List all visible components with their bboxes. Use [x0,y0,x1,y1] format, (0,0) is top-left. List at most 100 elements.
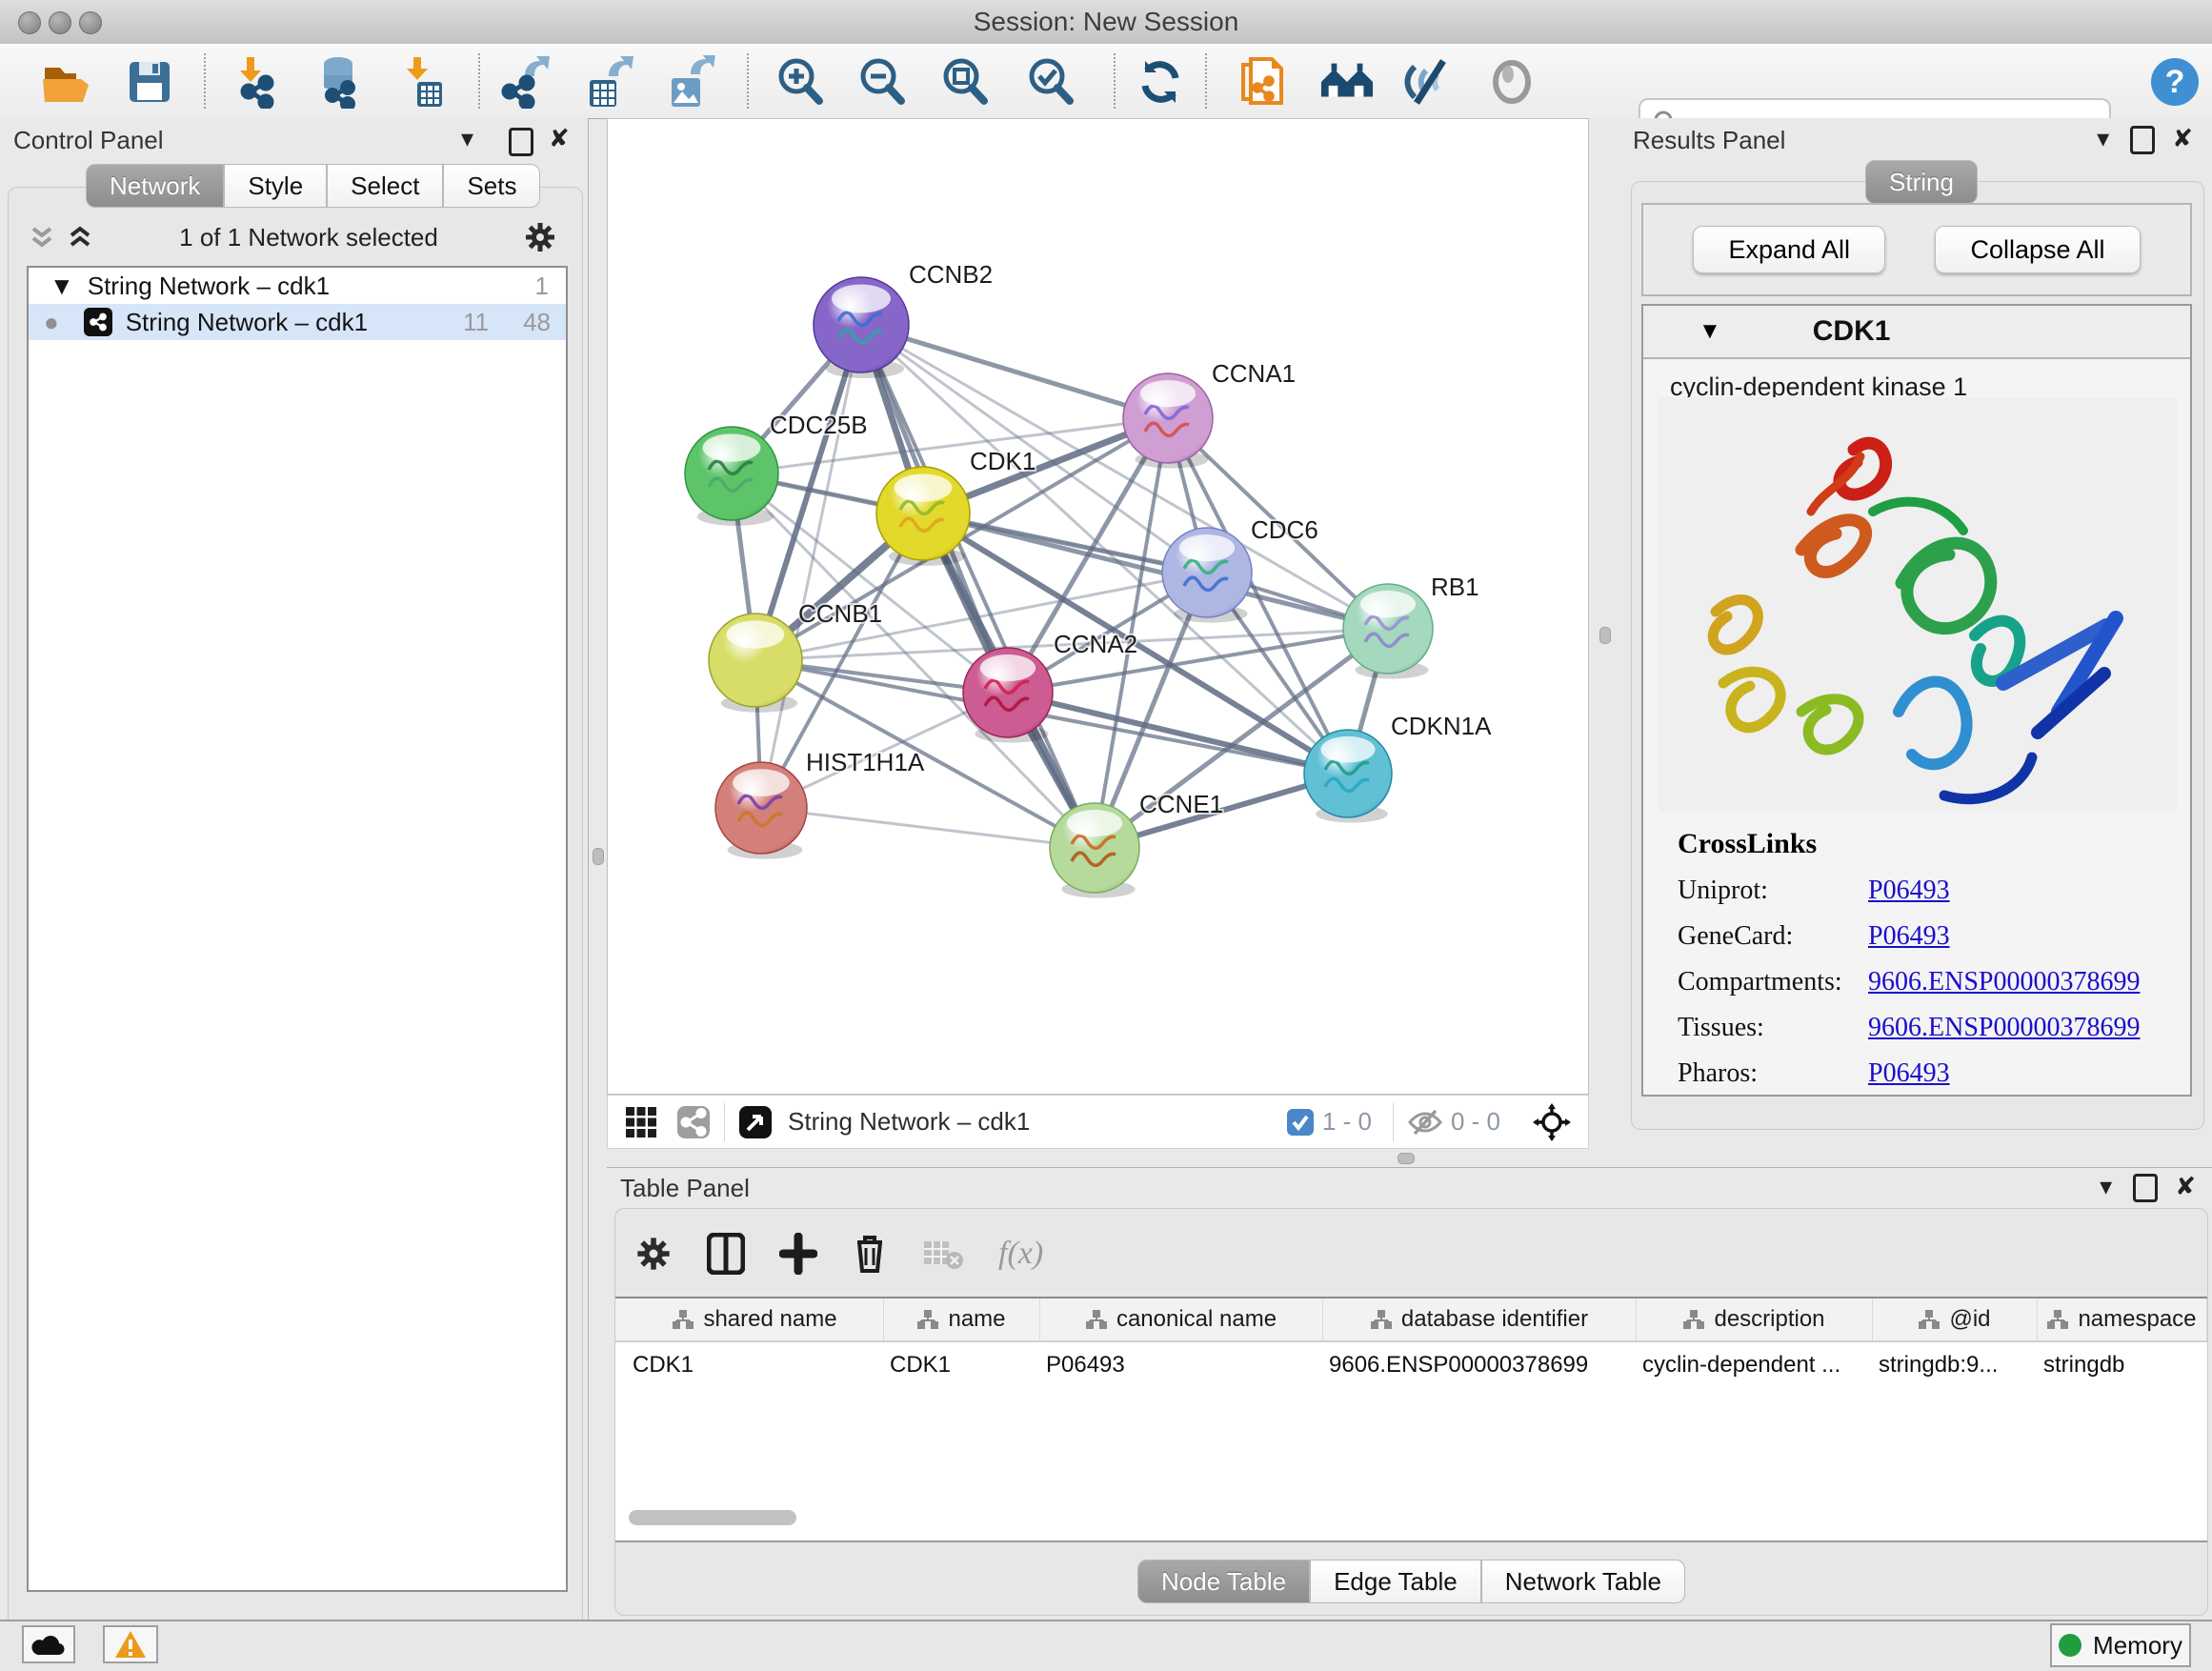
zoom-window-button[interactable] [79,11,102,34]
import-network-database-icon[interactable] [311,54,366,110]
network-collection-row[interactable]: ▼ String Network – cdk1 1 [29,268,566,304]
hidden-eye-icon[interactable] [1407,1108,1443,1137]
cell-namespace[interactable]: stringdb [2043,1352,2203,1379]
column-header-name[interactable]: name [884,1299,1040,1340]
edge-CCNA2-CDKN1A[interactable] [1008,693,1348,774]
cell-name[interactable]: CDK1 [890,1352,1036,1379]
hide-panels-icon[interactable] [1400,54,1456,110]
node-label-CCNB2: CCNB2 [909,260,993,289]
edge-CCNB2-HIST1H1A[interactable] [761,325,861,808]
column-header-canonical-name[interactable]: canonical name [1040,1299,1323,1340]
cell-description[interactable]: cyclin-dependent ... [1642,1352,1869,1379]
column-header-namespace[interactable]: namespace [2038,1299,2207,1340]
zoom-fit-icon[interactable] [937,54,993,110]
tab-select[interactable]: Select [327,164,443,208]
crosslink-link[interactable]: P06493 [1868,1058,1950,1089]
tab-sets[interactable]: Sets [443,164,540,208]
delete-table-icon-disabled [922,1238,964,1270]
share-document-icon[interactable] [1235,54,1290,110]
gene-card-header[interactable]: ▼ CDK1 [1643,306,2190,359]
expand-all-networks-icon[interactable] [66,223,94,252]
save-session-icon[interactable] [122,54,177,110]
show-columns-icon[interactable] [707,1233,745,1275]
gene-collapse-triangle-icon[interactable]: ▼ [1699,318,1721,345]
column-header-database-identifier[interactable]: database identifier [1323,1299,1637,1340]
left-splitter-handle[interactable] [593,848,604,865]
table-options-gear-icon[interactable] [634,1235,673,1273]
results-panel-close-icon[interactable]: ✘ [2172,126,2193,159]
cell-shared-name[interactable]: CDK1 [633,1352,880,1379]
warning-icon [114,1630,147,1659]
cloud-status-button[interactable] [22,1625,75,1663]
zoom-in-icon[interactable] [773,54,828,110]
tab-network[interactable]: Network [86,164,224,208]
export-table-icon[interactable] [579,54,634,110]
network-row-selected[interactable]: ● String Network – cdk1 11 48 [29,304,566,340]
birdseye-navigator-icon[interactable] [1533,1103,1571,1141]
crosslink-label: Tissues: [1678,1013,1868,1043]
export-image-icon[interactable] [661,54,716,110]
export-network-icon[interactable] [495,54,551,110]
edge-HIST1H1A-CCNE1[interactable] [761,808,1095,848]
cell-database-identifier[interactable]: 9606.ENSP00000378699 [1329,1352,1633,1379]
edge-CDK1-RB1[interactable] [923,513,1388,629]
table-panel-close-icon[interactable]: ✘ [2175,1174,2196,1207]
node-label-CDK1: CDK1 [970,447,1036,475]
open-session-icon[interactable] [37,54,92,110]
memory-button[interactable]: Memory [2050,1623,2191,1667]
delete-column-icon[interactable] [852,1233,888,1275]
help-icon[interactable]: ? [2147,54,2202,110]
node-CDKN1A[interactable]: CDKN1A [1304,712,1492,823]
collapse-all-networks-icon[interactable] [28,223,56,252]
table-hscrollbar-thumb[interactable] [629,1510,796,1525]
zoom-out-icon[interactable] [855,54,910,110]
control-panel-float-icon[interactable] [509,128,533,161]
network-badge-icon[interactable] [676,1105,711,1139]
create-column-icon[interactable] [779,1233,817,1275]
crosslink-link[interactable]: 9606.ENSP00000378699 [1868,967,2140,997]
right-splitter-handle[interactable] [1599,627,1611,644]
table-panel-menu-icon[interactable]: ▾ [2100,1174,2112,1207]
tab-network-table[interactable]: Network Table [1481,1560,1685,1603]
tab-string[interactable]: String [1865,160,1978,204]
cell-@id[interactable]: stringdb:9... [1879,1352,2034,1379]
crosslink-link[interactable]: P06493 [1868,876,1950,906]
minimize-window-button[interactable] [49,11,71,34]
collapse-all-button[interactable]: Collapse All [1935,226,2140,273]
selected-checkbox-icon[interactable] [1286,1108,1315,1137]
network-options-gear-icon[interactable] [523,220,557,254]
node-CCNA1[interactable]: CCNA1 [1123,359,1296,469]
refresh-icon[interactable] [1133,54,1188,110]
bottom-splitter-handle[interactable] [1398,1153,1415,1164]
grid-view-icon[interactable] [625,1106,657,1138]
import-network-file-icon[interactable] [231,54,286,110]
collapse-triangle-icon[interactable]: ▼ [50,272,74,301]
zoom-selected-icon[interactable] [1023,54,1078,110]
node-CCNB2[interactable]: CCNB2 [814,260,993,378]
import-table-file-icon[interactable] [395,54,451,110]
tab-edge-table[interactable]: Edge Table [1310,1560,1481,1603]
node-HIST1H1A[interactable]: HIST1H1A [715,748,925,859]
cell-canonical-name[interactable]: P06493 [1046,1352,1319,1379]
detach-view-icon[interactable] [738,1105,773,1139]
home-networks-icon[interactable] [1319,54,1375,110]
control-panel-close-icon[interactable]: ✘ [549,126,570,151]
tab-style[interactable]: Style [224,164,327,208]
expand-all-button[interactable]: Expand All [1693,226,1885,273]
column-header-description[interactable]: description [1637,1299,1873,1340]
node-CDK1[interactable]: CDK1 [876,447,1036,566]
show-panel-icon[interactable] [1484,54,1539,110]
control-panel-menu-icon[interactable]: ▾ [461,126,473,151]
tab-node-table[interactable]: Node Table [1137,1560,1310,1603]
table-panel-float-icon[interactable] [2133,1174,2158,1207]
results-panel-float-icon[interactable] [2130,126,2155,159]
results-panel-menu-icon[interactable]: ▾ [2097,126,2109,159]
column-header-shared-name[interactable]: shared name [627,1299,884,1340]
crosslink-link[interactable]: 9606.ENSP00000378699 [1868,1013,2140,1043]
close-window-button[interactable] [18,11,41,34]
node-RB1[interactable]: RB1 [1343,573,1479,679]
warnings-button[interactable] [103,1625,158,1663]
network-canvas[interactable]: CCNB2CCNA1CDC25BCDK1CDC6RB1CCNB1CCNA2CDK… [607,118,1589,1095]
crosslink-link[interactable]: P06493 [1868,921,1950,952]
column-header-@id[interactable]: @id [1873,1299,2038,1340]
